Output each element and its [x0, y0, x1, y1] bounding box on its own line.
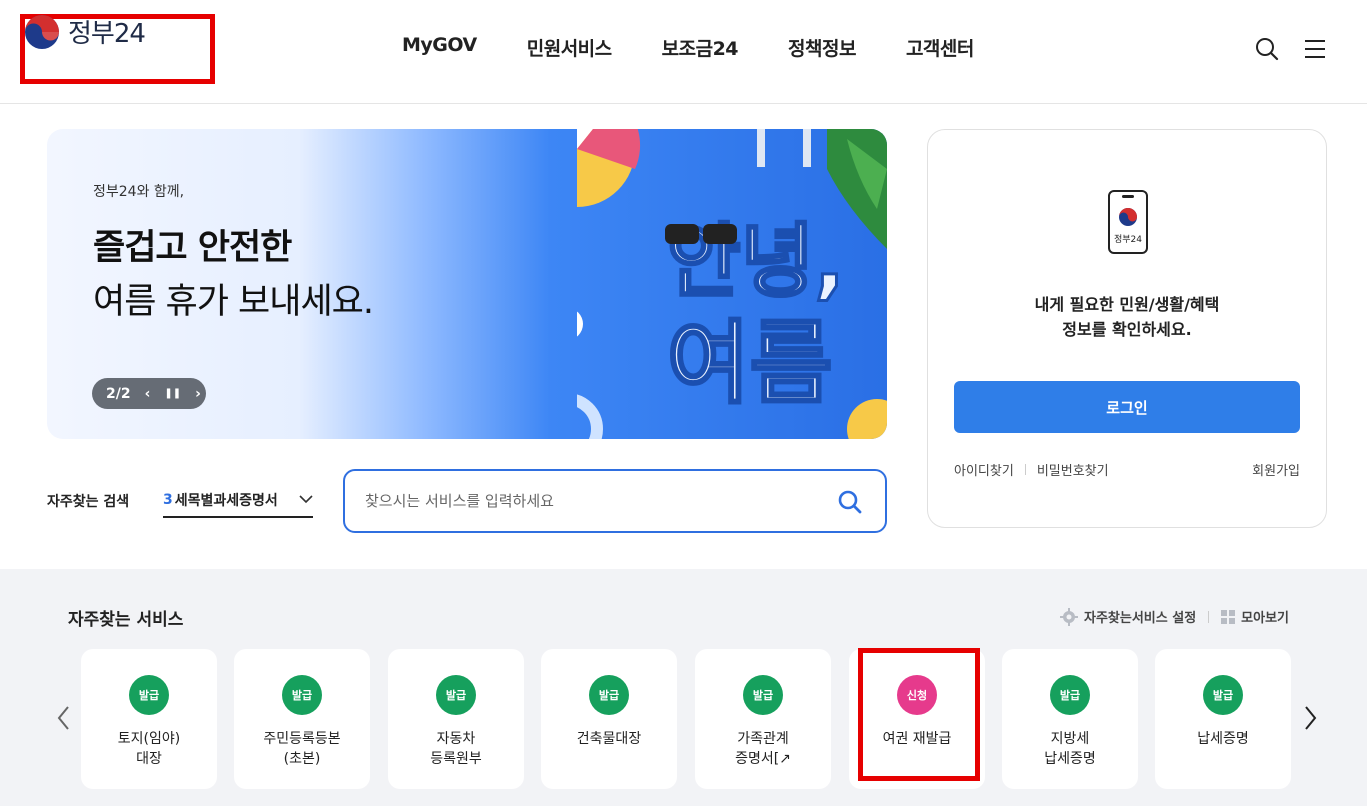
logo-text: 정부24 [68, 19, 146, 49]
find-password-link[interactable]: 비밀번호찾기 [1037, 460, 1109, 479]
service-card[interactable]: 발급 주민등록등본 (초본) [234, 649, 370, 789]
nav-civil-service[interactable]: 민원서비스 [527, 34, 612, 61]
nav-mygov[interactable]: MyGOV [402, 34, 477, 61]
issue-badge: 발급 [1203, 675, 1243, 715]
service-card[interactable]: 발급 납세증명 [1155, 649, 1291, 789]
prev-icon[interactable]: ‹ [145, 386, 151, 402]
login-message-line2: 정보를 확인하세요. [1062, 320, 1192, 339]
service-label: 지방세 납세증명 [1044, 731, 1096, 767]
search-icon[interactable] [1254, 36, 1280, 62]
login-message: 내게 필요한 민원/생활/혜택 정보를 확인하세요. [928, 292, 1326, 342]
service-card[interactable]: 발급 자동차 등록원부 [388, 649, 524, 789]
issue-badge: 발급 [282, 675, 322, 715]
service-label: 자동차 등록원부 [430, 731, 482, 767]
service-card[interactable]: 발급 건축물대장 [541, 649, 677, 789]
main-banner[interactable]: 정부24와 함께, 즐겁고 안전한 여름 휴가 보내세요. 안녕, 여름 2/2… [47, 129, 887, 439]
service-label: 건축물대장 [576, 731, 642, 747]
summer-pool-illustration: 안녕, 여름 [577, 129, 887, 439]
banner-subtitle: 정부24와 함께, [93, 184, 185, 200]
banner-headline-bold: 즐겁고 안전한 [93, 228, 292, 268]
chevron-down-icon [299, 495, 313, 504]
service-label: 주민등록등본 (초본) [263, 731, 341, 767]
chevron-left-icon[interactable] [54, 703, 74, 733]
login-message-line1: 내게 필요한 민원/생활/혜택 [1034, 295, 1220, 314]
issue-badge: 발급 [129, 675, 169, 715]
find-id-link[interactable]: 아이디찾기 [954, 460, 1014, 479]
chevron-right-icon[interactable] [1300, 703, 1320, 733]
nav-subsidy[interactable]: 보조금24 [662, 34, 739, 61]
banner-art-text-2: 여름 [667, 311, 833, 416]
service-label: 가족관계 증명서[↗ [735, 731, 791, 767]
search-input[interactable] [365, 487, 805, 515]
view-all-link[interactable]: 모아보기 [1241, 607, 1289, 626]
issue-badge: 발급 [743, 675, 783, 715]
highlight-box [858, 648, 980, 781]
gear-icon[interactable] [1060, 607, 1078, 626]
join-link[interactable]: 회원가입 [1252, 460, 1300, 479]
service-label: 토지(임야) 대장 [117, 731, 181, 767]
gov24-logo[interactable]: 정부24 [24, 13, 146, 50]
nav-policy[interactable]: 정책정보 [788, 34, 856, 61]
grid-icon[interactable] [1221, 609, 1236, 624]
search-submit-icon[interactable] [837, 489, 863, 515]
service-card[interactable]: 발급 가족관계 증명서[↗ [695, 649, 831, 789]
nav-customer-center[interactable]: 고객센터 [906, 34, 974, 61]
banner-controls: 2/2 ‹ ❚❚ › [92, 378, 206, 409]
taegeuk-small-icon [1119, 208, 1137, 226]
issue-badge: 발급 [1050, 675, 1090, 715]
banner-headline: 여름 휴가 보내세요. [93, 282, 374, 322]
menu-icon[interactable] [1302, 36, 1328, 62]
login-links: 아이디찾기 비밀번호찾기 회원가입 [954, 460, 1300, 479]
frequent-search-value: 세목별과세증명서 [174, 493, 278, 509]
main-nav: MyGOV 민원서비스 보조금24 정책정보 고객센터 [402, 34, 974, 61]
service-card[interactable]: 발급 지방세 납세증명 [1002, 649, 1138, 789]
pause-icon[interactable]: ❚❚ [164, 388, 181, 399]
frequent-search-label: 자주찾는 검색 [47, 494, 130, 510]
issue-badge: 발급 [589, 675, 629, 715]
banner-pager: 2/2 [106, 385, 131, 402]
frequent-search-select[interactable]: 3 세목별과세증명서 [163, 484, 313, 518]
services-settings-link[interactable]: 자주찾는서비스 설정 [1084, 607, 1196, 626]
service-label: 납세증명 [1197, 731, 1249, 747]
frequent-search-rank: 3 [163, 492, 173, 508]
login-card: 정부24 내게 필요한 민원/생활/혜택 정보를 확인하세요. 로그인 아이디찾… [927, 129, 1327, 528]
taegeuk-icon [25, 14, 59, 49]
phone-icon: 정부24 [1108, 190, 1148, 254]
service-card[interactable]: 발급 토지(임야) 대장 [81, 649, 217, 789]
services-tools: 자주찾는서비스 설정 모아보기 [1060, 607, 1289, 626]
next-icon[interactable]: › [195, 386, 201, 402]
issue-badge: 발급 [436, 675, 476, 715]
section-title: 자주찾는 서비스 [68, 610, 184, 630]
search-box [343, 469, 887, 533]
phone-label: 정부24 [1113, 235, 1142, 245]
login-button[interactable]: 로그인 [954, 381, 1300, 433]
header: 정부24 MyGOV 민원서비스 보조금24 정책정보 고객센터 [0, 0, 1367, 104]
